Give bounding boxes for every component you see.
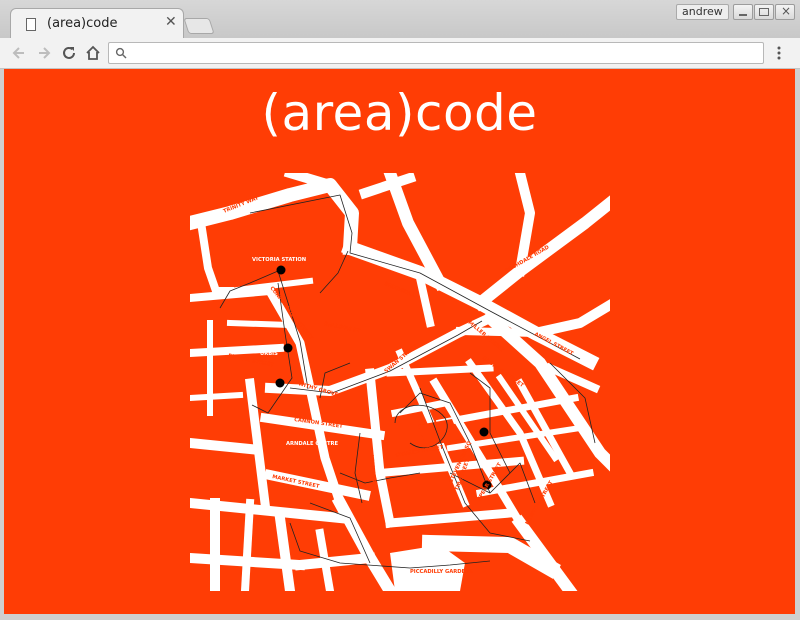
browser-toolbar	[0, 38, 800, 69]
new-tab-button[interactable]	[183, 18, 215, 34]
address-bar[interactable]	[108, 42, 764, 64]
close-icon[interactable]: ✕	[165, 14, 177, 30]
city-map[interactable]: TRINITY WAY VICTORIA STATION CORPORATION…	[190, 173, 610, 591]
map-pin[interactable]	[276, 265, 286, 275]
map-label: ARNDALE CENTRE	[286, 441, 339, 447]
kebab-menu-icon[interactable]	[772, 44, 786, 62]
window-frame-right	[795, 69, 800, 620]
minimize-button[interactable]	[733, 4, 753, 20]
map-pin[interactable]	[275, 378, 285, 388]
browser-title-bar: (area)code ✕ andrew	[0, 0, 800, 40]
home-icon[interactable]	[84, 44, 102, 62]
page-icon	[26, 18, 36, 31]
map-label: URBIS	[260, 351, 278, 357]
window-close-button[interactable]	[775, 4, 795, 20]
map-pin[interactable]	[283, 343, 293, 353]
reload-icon[interactable]	[60, 44, 78, 62]
arrow-left-icon[interactable]	[10, 44, 28, 62]
window-frame-bottom	[0, 614, 800, 620]
address-input[interactable]	[133, 44, 757, 62]
map-canvas: TRINITY WAY VICTORIA STATION CORPORATION…	[190, 173, 610, 591]
maximize-button[interactable]	[754, 4, 774, 20]
page-content: (area)code TRINITY WAY VICTORIA STATION …	[4, 69, 795, 614]
map-label: VICTORIA STATION	[252, 257, 306, 263]
map-label: PICCADILLY GARDENS	[410, 569, 473, 575]
map-pin[interactable]	[479, 427, 489, 437]
profile-button[interactable]: andrew	[676, 4, 729, 20]
search-icon	[115, 47, 127, 59]
arrow-right-icon[interactable]	[35, 44, 53, 62]
site-logo: (area)code	[261, 84, 538, 142]
tab-title: (area)code	[47, 16, 118, 31]
browser-tab[interactable]: (area)code ✕	[10, 8, 184, 40]
